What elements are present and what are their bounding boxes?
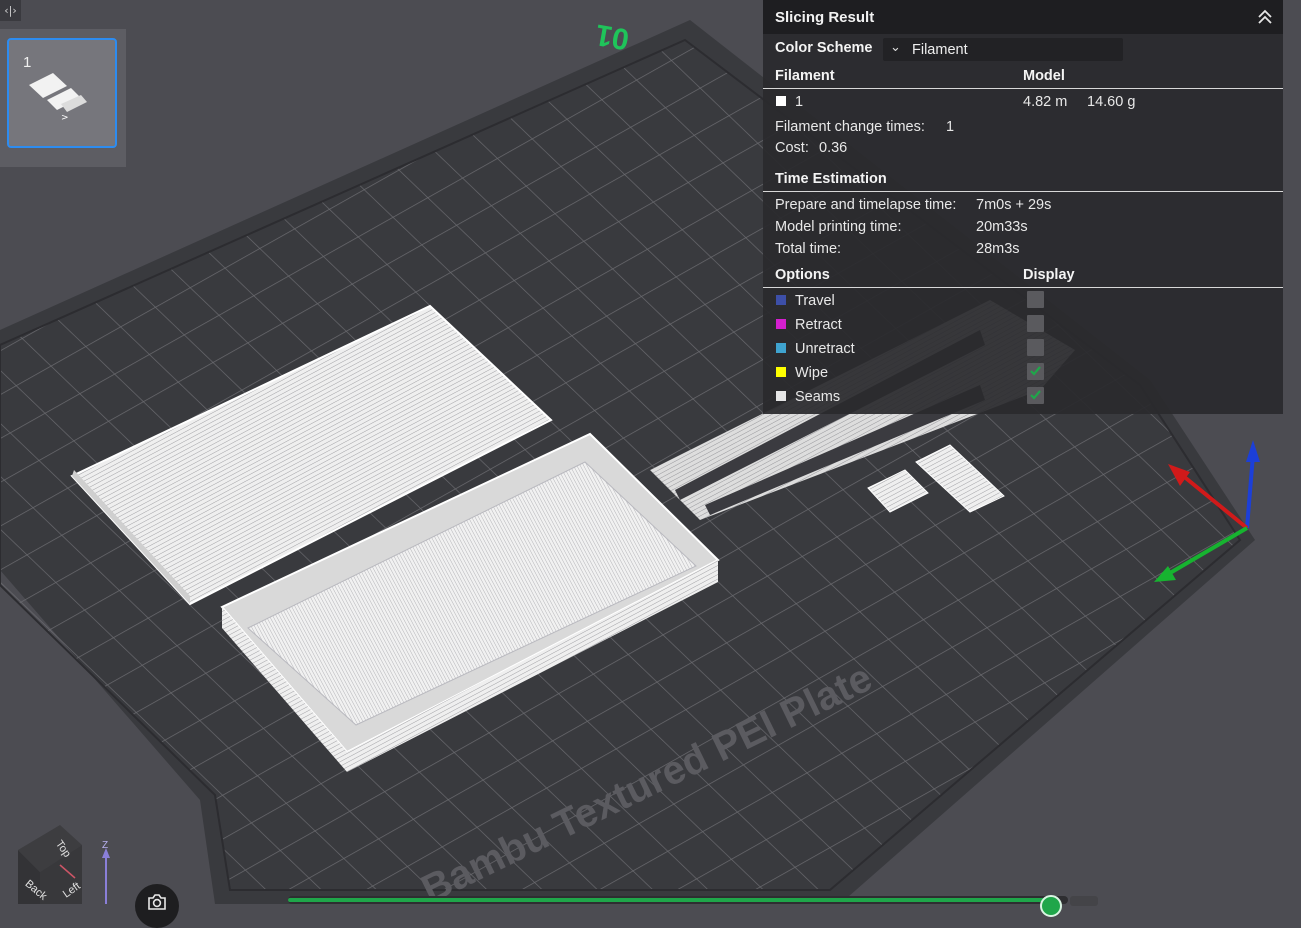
view-cube[interactable]: Top Back Left Z (0, 820, 120, 904)
layer-slider-settings-button[interactable] (1070, 896, 1098, 906)
view-cube-axis-label: Z (102, 840, 108, 851)
filament-change-value: 1 (946, 119, 955, 135)
filament-header: Filament (775, 68, 835, 84)
unretract-color-swatch (776, 343, 786, 353)
retract-color-swatch (776, 319, 786, 329)
cost-value: 0.36 (819, 140, 848, 156)
screenshot-camera-icon (148, 894, 166, 910)
double-chevron-up-icon[interactable] (1255, 8, 1275, 26)
camera-snapshot-button[interactable] (135, 884, 179, 928)
seams-display-checkbox[interactable] (1027, 387, 1044, 404)
sidebar-toggle-button[interactable]: ‹|› (0, 0, 21, 21)
retract-display-checkbox[interactable] (1027, 315, 1044, 332)
color-scheme-select[interactable]: ⌄ Filament (883, 38, 1123, 61)
plate-preview-image: > (29, 73, 87, 123)
check-icon (1030, 366, 1041, 376)
total-time-value: 28m3s (976, 241, 1020, 257)
model-time-value: 20m33s (976, 219, 1028, 235)
wipe-display-checkbox[interactable] (1027, 363, 1044, 380)
check-icon (1030, 390, 1041, 400)
plate-thumbnail[interactable]: 1 > (7, 38, 117, 148)
filament-color-swatch (776, 96, 786, 106)
filament-change-label: Filament change times: (775, 119, 925, 135)
seams-color-swatch (776, 391, 786, 401)
options-header: Options (775, 267, 830, 283)
prepare-time-label: Prepare and timelapse time: (775, 197, 957, 213)
plate-list: 1 > (0, 29, 126, 167)
unretract-display-checkbox[interactable] (1027, 339, 1044, 356)
prepare-time-value: 7m0s + 29s (976, 197, 1052, 213)
travel-display-checkbox[interactable] (1027, 291, 1044, 308)
time-estimation-header: Time Estimation (775, 171, 887, 187)
filament-length: 4.82 m (1023, 94, 1068, 110)
option-label: Retract (795, 317, 842, 333)
option-label: Unretract (795, 341, 855, 357)
wipe-color-swatch (776, 367, 786, 377)
option-label: Wipe (795, 365, 829, 381)
model-time-label: Model printing time: (775, 219, 902, 235)
slicing-result-panel: Slicing Result Color Scheme ⌄ Filament F… (763, 0, 1283, 414)
svg-text:>: > (61, 113, 69, 123)
cost-label: Cost: (775, 140, 809, 156)
filament-weight: 14.60 g (1087, 94, 1136, 110)
display-header: Display (1023, 267, 1075, 283)
option-label: Seams (795, 389, 841, 405)
travel-color-swatch (776, 295, 786, 305)
chevron-down-icon: ⌄ (890, 40, 901, 55)
divider (763, 191, 1283, 192)
divider (763, 88, 1283, 89)
layer-slider-fill (288, 898, 1053, 902)
color-scheme-value: Filament (912, 42, 968, 58)
filament-id: 1 (795, 94, 804, 110)
panel-title: Slicing Result (775, 9, 875, 26)
code-brackets-icon: ‹|› (4, 4, 17, 17)
total-time-label: Total time: (775, 241, 842, 257)
option-label: Travel (795, 293, 835, 309)
layer-slider[interactable] (288, 896, 1068, 904)
panel-header: Slicing Result (763, 0, 1283, 34)
divider (763, 287, 1283, 288)
layer-slider-handle[interactable] (1040, 895, 1062, 917)
color-scheme-label: Color Scheme (775, 40, 873, 56)
plate-index-label: 01 (593, 18, 632, 56)
model-header: Model (1023, 68, 1065, 84)
